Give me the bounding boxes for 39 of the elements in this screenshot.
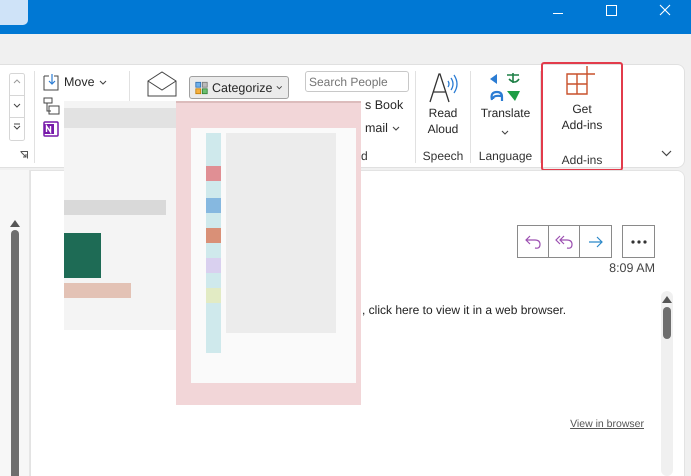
filter-email-button[interactable]: mail <box>365 121 409 135</box>
group-label: Speech <box>422 149 464 163</box>
more-icon <box>630 240 646 244</box>
scroll-up-icon[interactable] <box>662 296 672 303</box>
rules-icon[interactable] <box>43 97 61 115</box>
search-field[interactable]: Search People <box>305 71 409 92</box>
group-label: d <box>361 149 369 163</box>
message-time: 8:09 AM <box>609 261 655 275</box>
more-actions-button[interactable] <box>622 225 655 258</box>
speaking-letter-icon <box>428 71 458 103</box>
get-add-ins-button[interactable]: Get Add-ins <box>552 65 612 133</box>
collapse-ribbon-icon[interactable] <box>661 150 672 157</box>
scrollbar-thumb[interactable] <box>10 230 18 476</box>
caret-icon <box>501 130 510 135</box>
envelope-icon[interactable] <box>147 71 177 97</box>
view-in-browser-link[interactable]: View in browser <box>570 418 644 430</box>
close-icon[interactable] <box>659 4 671 16</box>
scroll-up-icon[interactable] <box>10 220 20 227</box>
dialog-launcher-icon[interactable] <box>20 151 28 159</box>
caret-icon <box>276 85 283 90</box>
gallery-scroll-control[interactable] <box>9 73 25 141</box>
group-label: Add-ins <box>562 153 602 167</box>
message-body-text: , click here to view it in a web browser. <box>362 303 566 317</box>
group-label: Language <box>478 149 532 163</box>
caret-icon <box>392 126 400 130</box>
forward-icon <box>588 236 604 248</box>
maximize-icon[interactable] <box>606 5 617 16</box>
move-icon <box>43 73 60 91</box>
reply-all-icon <box>555 234 573 248</box>
category-squares-icon <box>195 80 208 96</box>
read-aloud-button[interactable]: Read Aloud <box>418 71 468 137</box>
scrollbar-thumb[interactable] <box>663 307 671 339</box>
categorize-button[interactable]: Categorize <box>189 76 289 99</box>
onenote-icon[interactable] <box>43 121 59 137</box>
caret-icon <box>98 80 107 84</box>
reply-icon <box>525 234 541 248</box>
translate-button[interactable]: Translate <box>480 71 530 139</box>
address-book-button[interactable]: s Book <box>365 98 409 112</box>
move-button[interactable]: Move <box>43 73 129 91</box>
